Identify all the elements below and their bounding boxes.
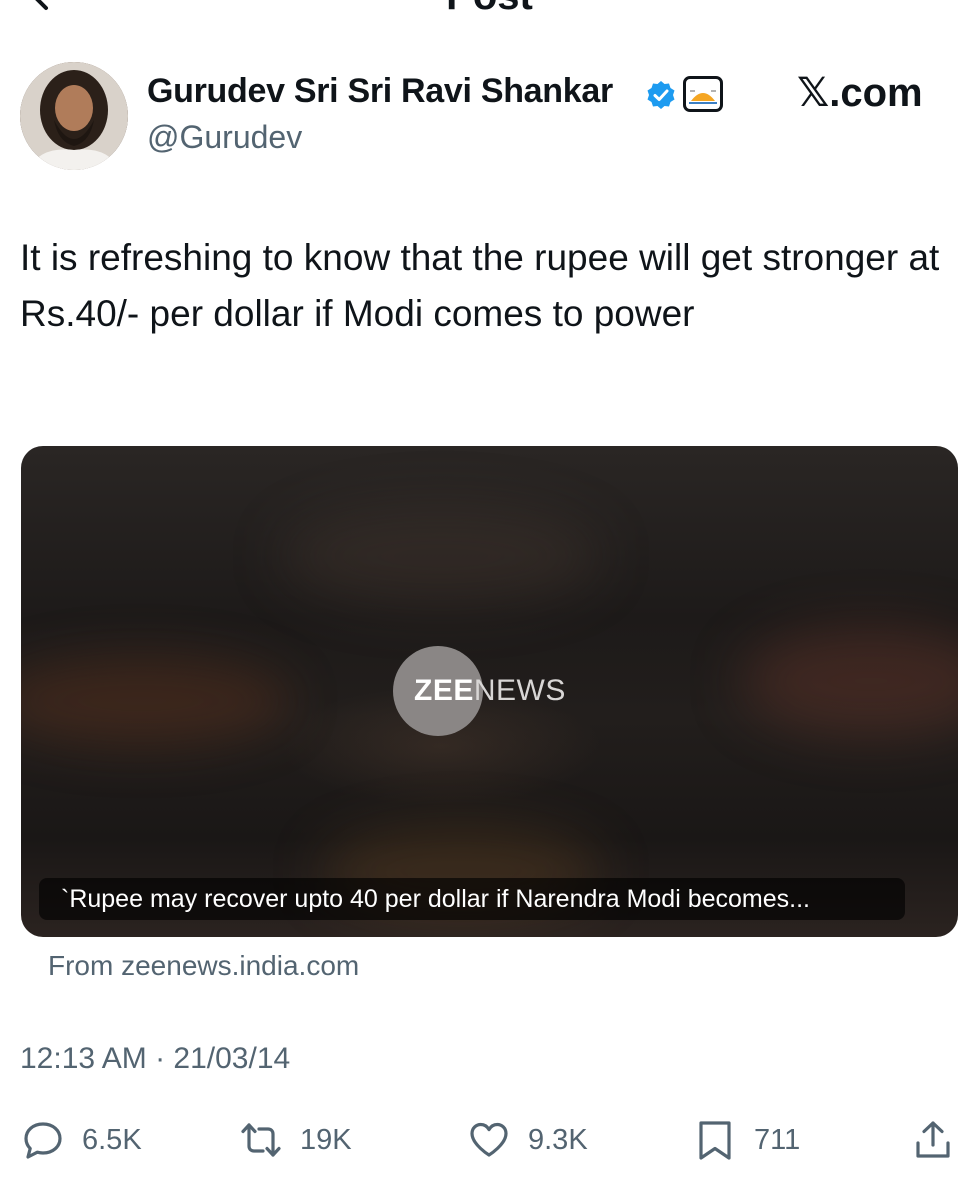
link-card-media[interactable]: ZEENEWS `Rupee may recover upto 40 per d… <box>21 446 958 937</box>
bookmark-count: 711 <box>754 1123 801 1156</box>
top-bar: Post <box>0 0 979 20</box>
reply-button[interactable]: 6.5K <box>22 1118 142 1162</box>
share-button[interactable] <box>912 1118 954 1162</box>
like-button[interactable]: 9.3K <box>468 1118 588 1162</box>
post-timestamp[interactable]: 12:13 AM · 21/03/14 <box>20 1042 290 1076</box>
zee-news-logo: ZEENEWS <box>414 674 566 708</box>
post-page: Post Gurudev Sri Sri Ravi Shankar @Gurud… <box>0 0 979 1200</box>
reply-count: 6.5K <box>82 1123 142 1156</box>
link-card-source[interactable]: From zeenews.india.com <box>48 950 359 982</box>
avatar-image <box>20 62 128 170</box>
verified-badge-icon <box>647 81 675 109</box>
x-com-watermark: 𝕏.com <box>797 71 923 115</box>
link-card-title[interactable]: `Rupee may recover upto 40 per dollar if… <box>39 878 905 920</box>
affiliate-logo-icon[interactable] <box>683 76 723 112</box>
heart-icon <box>470 1122 508 1157</box>
repost-button[interactable]: 19K <box>240 1118 352 1162</box>
author-handle[interactable]: @Gurudev <box>147 119 302 156</box>
bookmark-button[interactable]: 711 <box>694 1118 800 1162</box>
avatar[interactable] <box>20 62 128 170</box>
repost-count: 19K <box>300 1123 352 1156</box>
author-name[interactable]: Gurudev Sri Sri Ravi Shankar <box>147 72 613 111</box>
tweet-text: It is refreshing to know that the rupee … <box>20 237 940 334</box>
reply-icon <box>24 1122 62 1159</box>
page-title: Post <box>0 0 979 19</box>
share-icon <box>916 1121 950 1158</box>
news-logo-text: NEWS <box>473 674 566 707</box>
bookmark-icon <box>699 1121 731 1160</box>
like-count: 9.3K <box>528 1123 588 1156</box>
zee-logo-text: ZEE <box>414 674 474 707</box>
repost-icon <box>241 1123 281 1157</box>
